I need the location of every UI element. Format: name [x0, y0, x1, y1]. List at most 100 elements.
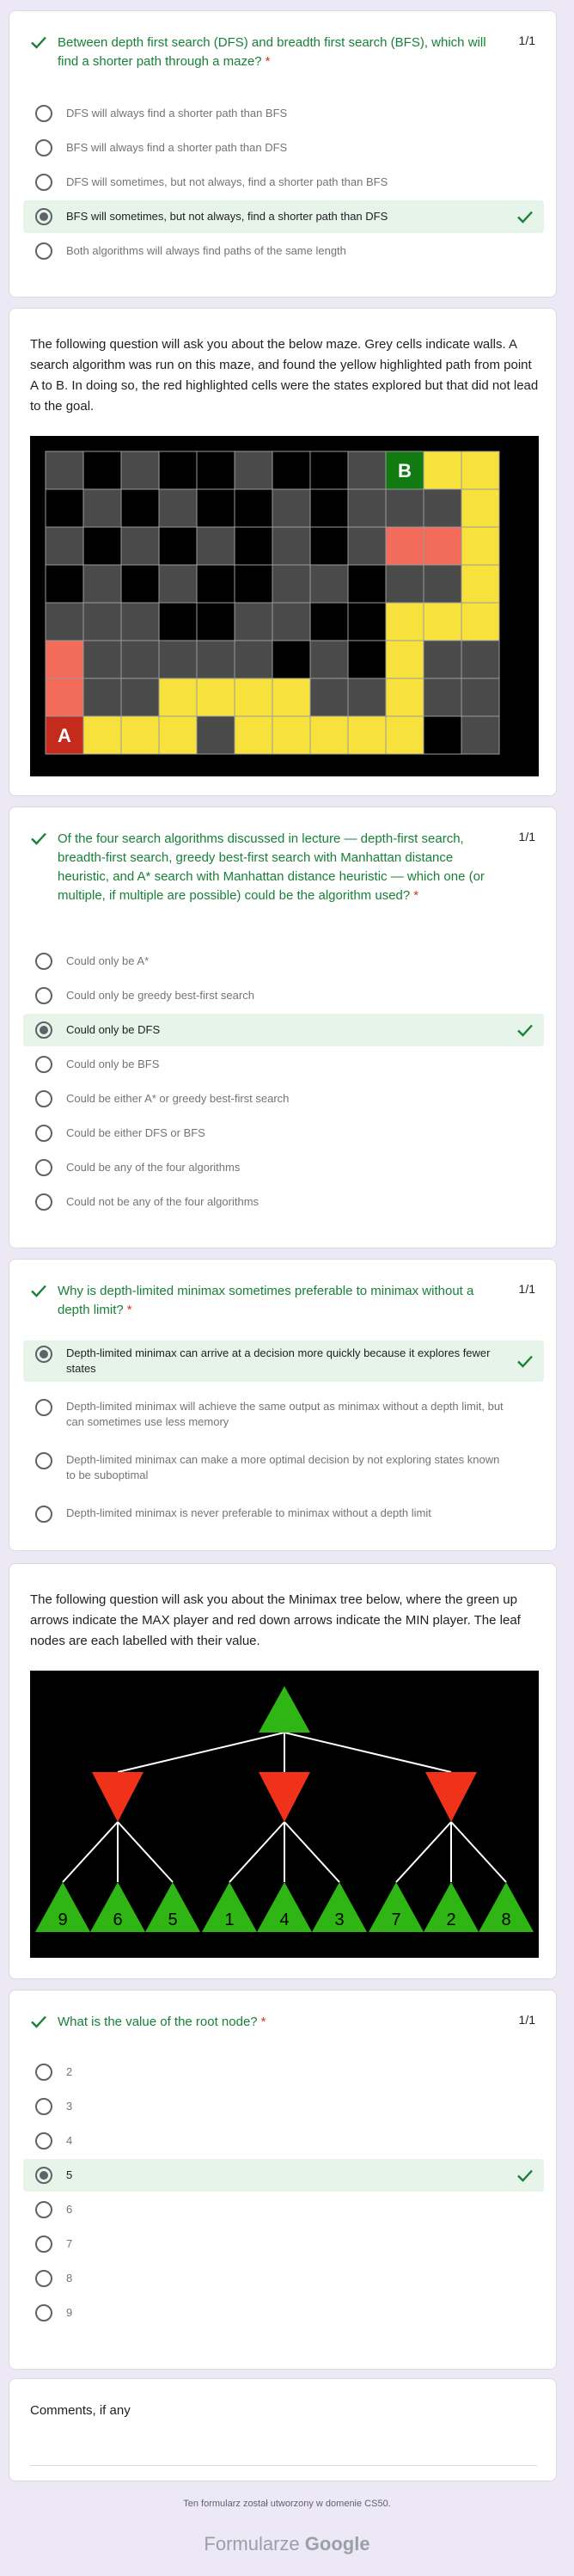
answer-option[interactable]: 8 — [23, 2262, 544, 2295]
correct-check-icon — [31, 832, 46, 845]
answer-option[interactable]: Could only be A* — [23, 945, 544, 978]
answer-option[interactable]: Could be either DFS or BFS — [23, 1117, 544, 1150]
answer-option[interactable]: BFS will sometimes, but not always, find… — [23, 200, 544, 233]
answer-option[interactable]: Depth-limited minimax is never preferabl… — [23, 1500, 544, 1542]
maze-cell — [234, 640, 273, 679]
radio-button[interactable] — [35, 953, 52, 970]
radio-button[interactable] — [35, 1452, 52, 1469]
maze-cell — [309, 715, 349, 755]
maze-cell — [272, 678, 311, 717]
answer-option[interactable]: 5 — [23, 2159, 544, 2192]
answer-option-label: Could be either DFS or BFS — [66, 1126, 205, 1139]
radio-button[interactable] — [35, 2304, 52, 2321]
radio-button[interactable] — [35, 1193, 52, 1211]
maze-cell — [120, 526, 160, 566]
answer-option[interactable]: 4 — [23, 2125, 544, 2157]
maze-cell — [120, 451, 160, 490]
question-title: Between depth first search (DFS) and bre… — [58, 35, 486, 69]
answer-option-label: Could only be DFS — [66, 1023, 161, 1036]
radio-button[interactable] — [35, 2236, 52, 2253]
maze-cell — [385, 526, 424, 566]
answer-option-label: 8 — [66, 2272, 73, 2285]
answer-option[interactable]: Could be either A* or greedy best-first … — [23, 1083, 544, 1115]
radio-button[interactable] — [35, 208, 52, 225]
radio-button[interactable] — [35, 2132, 52, 2150]
answer-option[interactable]: 6 — [23, 2193, 544, 2226]
maze-cell — [423, 678, 462, 717]
radio-button[interactable] — [35, 1056, 52, 1073]
leaf-value-label: 9 — [58, 1911, 67, 1929]
answer-option[interactable]: Depth-limited minimax will achieve the s… — [23, 1394, 544, 1435]
radio-button[interactable] — [35, 1399, 52, 1416]
answer-option-label: DFS will sometimes, but not always, find… — [66, 175, 388, 188]
maze-cell — [196, 678, 235, 717]
footer-brand[interactable]: Formularze Google — [0, 2533, 574, 2555]
maze-cell — [45, 488, 84, 528]
radio-button[interactable] — [35, 1506, 52, 1523]
maze-cell — [82, 564, 122, 604]
answer-option-label: Depth-limited minimax will achieve the s… — [66, 1400, 504, 1428]
answer-option[interactable]: 7 — [23, 2228, 544, 2260]
answer-option[interactable]: Could only be BFS — [23, 1048, 544, 1081]
radio-button[interactable] — [35, 2064, 52, 2081]
answer-option[interactable]: Depth-limited minimax can make a more op… — [23, 1447, 544, 1488]
maze-image: AB — [30, 436, 539, 776]
answer-option[interactable]: BFS will always find a shorter path than… — [23, 132, 544, 164]
question-title: Of the four search algorithms discussed … — [58, 831, 485, 903]
answer-option-label: BFS will always find a shorter path than… — [66, 141, 288, 154]
leaf-value-label: 8 — [501, 1911, 510, 1929]
answer-option[interactable]: 2 — [23, 2056, 544, 2088]
radio-button[interactable] — [35, 1125, 52, 1142]
radio-button[interactable] — [35, 174, 52, 191]
answer-option[interactable]: Could only be DFS — [23, 1014, 544, 1046]
correct-check-icon — [517, 1024, 533, 1037]
maze-cell — [347, 526, 387, 566]
radio-button[interactable] — [35, 139, 52, 156]
radio-button[interactable] — [35, 242, 52, 260]
answer-option-label: Could only be greedy best-first search — [66, 989, 254, 1002]
answer-option[interactable]: 3 — [23, 2090, 544, 2123]
maze-cell — [158, 715, 198, 755]
answer-option[interactable]: Both algorithms will always find paths o… — [23, 235, 544, 267]
radio-button[interactable] — [35, 1090, 52, 1107]
answer-option-label: 3 — [66, 2100, 73, 2113]
answer-option[interactable]: DFS will always find a shorter path than… — [23, 97, 544, 130]
answer-option[interactable]: Could only be greedy best-first search — [23, 979, 544, 1012]
comments-input[interactable] — [30, 2441, 537, 2466]
radio-button[interactable] — [35, 2167, 52, 2184]
maze-cell — [272, 526, 311, 566]
radio-button[interactable] — [35, 1021, 52, 1039]
answer-option-label: 5 — [66, 2168, 73, 2181]
radio-button[interactable] — [35, 1159, 52, 1176]
answer-option-label: 4 — [66, 2134, 73, 2147]
maze-cell — [385, 564, 424, 604]
answer-option[interactable]: Depth-limited minimax can arrive at a de… — [23, 1340, 544, 1382]
maze-cell — [82, 678, 122, 717]
question-score: 1/1 — [518, 830, 535, 843]
answer-option-label: Could be any of the four algorithms — [66, 1161, 241, 1174]
maze-cell — [158, 451, 198, 490]
maze-cell — [423, 526, 462, 566]
maze-cell — [385, 715, 424, 755]
answer-option[interactable]: DFS will sometimes, but not always, find… — [23, 166, 544, 199]
answer-option[interactable]: 9 — [23, 2297, 544, 2329]
radio-button[interactable] — [35, 2201, 52, 2218]
maze-cell — [347, 678, 387, 717]
maze-cell — [82, 526, 122, 566]
radio-button[interactable] — [35, 987, 52, 1004]
radio-button[interactable] — [35, 105, 52, 122]
answer-option-label: Could be either A* or greedy best-first … — [66, 1092, 290, 1105]
radio-button[interactable] — [35, 2098, 52, 2115]
maze-cell — [461, 564, 500, 604]
answer-option-label: BFS will sometimes, but not always, find… — [66, 210, 388, 223]
maze-cell — [45, 451, 84, 490]
answer-option[interactable]: Could be any of the four algorithms — [23, 1151, 544, 1184]
tree-section-card: The following question will ask you abou… — [9, 1563, 557, 1979]
maze-cell — [272, 564, 311, 604]
answer-option[interactable]: Could not be any of the four algorithms — [23, 1186, 544, 1218]
maze-cell — [423, 640, 462, 679]
maze-cell — [45, 526, 84, 566]
radio-button[interactable] — [35, 2270, 52, 2287]
radio-button[interactable] — [35, 1346, 52, 1363]
question-card-1: Between depth first search (DFS) and bre… — [9, 10, 557, 297]
